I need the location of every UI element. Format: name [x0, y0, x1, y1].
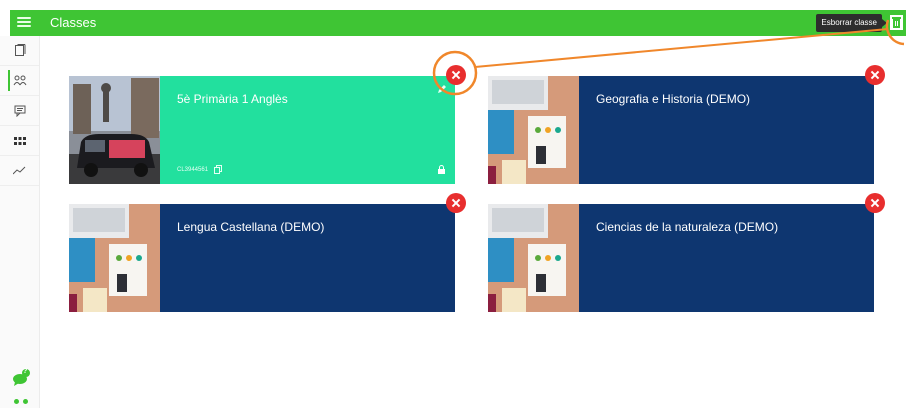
apps-grid-icon: [13, 136, 26, 145]
pencil-icon[interactable]: [437, 84, 447, 94]
hamburger-icon[interactable]: [17, 15, 31, 29]
sidebar-item-messages[interactable]: [0, 96, 39, 126]
sidebar: ?: [0, 36, 40, 408]
class-card-body: Lengua Castellana (DEMO): [160, 204, 455, 312]
chat-badge: ?: [23, 368, 28, 375]
page-title: Classes: [50, 15, 97, 30]
chat-icon: [13, 369, 30, 386]
sidebar-item-books[interactable]: [0, 36, 39, 66]
class-card-body: Geografia e Historia (DEMO): [579, 76, 874, 184]
delete-class-button[interactable]: [865, 193, 885, 213]
sidebar-item-classes[interactable]: [0, 66, 39, 96]
class-card-3[interactable]: Lengua Castellana (DEMO): [69, 204, 455, 312]
delete-class-button[interactable]: [865, 65, 885, 85]
class-title: 5è Primària 1 Anglès: [177, 92, 288, 106]
book-icon: [14, 44, 25, 56]
class-card-body: 5è Primària 1 Anglès CL3944561: [160, 76, 455, 184]
sidebar-item-analytics[interactable]: [0, 156, 39, 186]
copy-icon[interactable]: [214, 165, 223, 174]
students-icon: [13, 75, 26, 85]
delete-class-button[interactable]: [446, 65, 466, 85]
desk-photo: [69, 204, 160, 312]
status-dots: [14, 399, 40, 404]
class-title: Lengua Castellana (DEMO): [177, 220, 325, 234]
delete-class-button[interactable]: [446, 193, 466, 213]
class-code: CL3944561: [177, 165, 223, 174]
sidebar-item-apps[interactable]: [0, 126, 39, 156]
delete-class-tooltip: Esborrar classe: [816, 14, 887, 32]
analytics-icon: [13, 166, 26, 175]
top-bar: Classes Esborrar classe: [10, 10, 906, 36]
class-card-4[interactable]: Ciencias de la naturaleza (DEMO): [488, 204, 874, 312]
class-card-2[interactable]: Geografia e Historia (DEMO): [488, 76, 874, 184]
class-code-text: CL3944561: [177, 166, 209, 173]
class-title: Ciencias de la naturaleza (DEMO): [596, 220, 779, 234]
desk-photo: [488, 204, 579, 312]
sidebar-footer: ?: [0, 368, 40, 408]
taxi-photo: [69, 76, 160, 184]
lock-icon[interactable]: [438, 165, 445, 174]
message-icon: [14, 105, 25, 117]
class-card-1[interactable]: 5è Primària 1 Anglès CL3944561: [69, 76, 455, 184]
trash-icon[interactable]: [890, 15, 903, 30]
class-title: Geografia e Historia (DEMO): [596, 92, 751, 106]
desk-photo: [488, 76, 579, 184]
chat-button[interactable]: ?: [12, 368, 30, 387]
class-card-body: Ciencias de la naturaleza (DEMO): [579, 204, 874, 312]
